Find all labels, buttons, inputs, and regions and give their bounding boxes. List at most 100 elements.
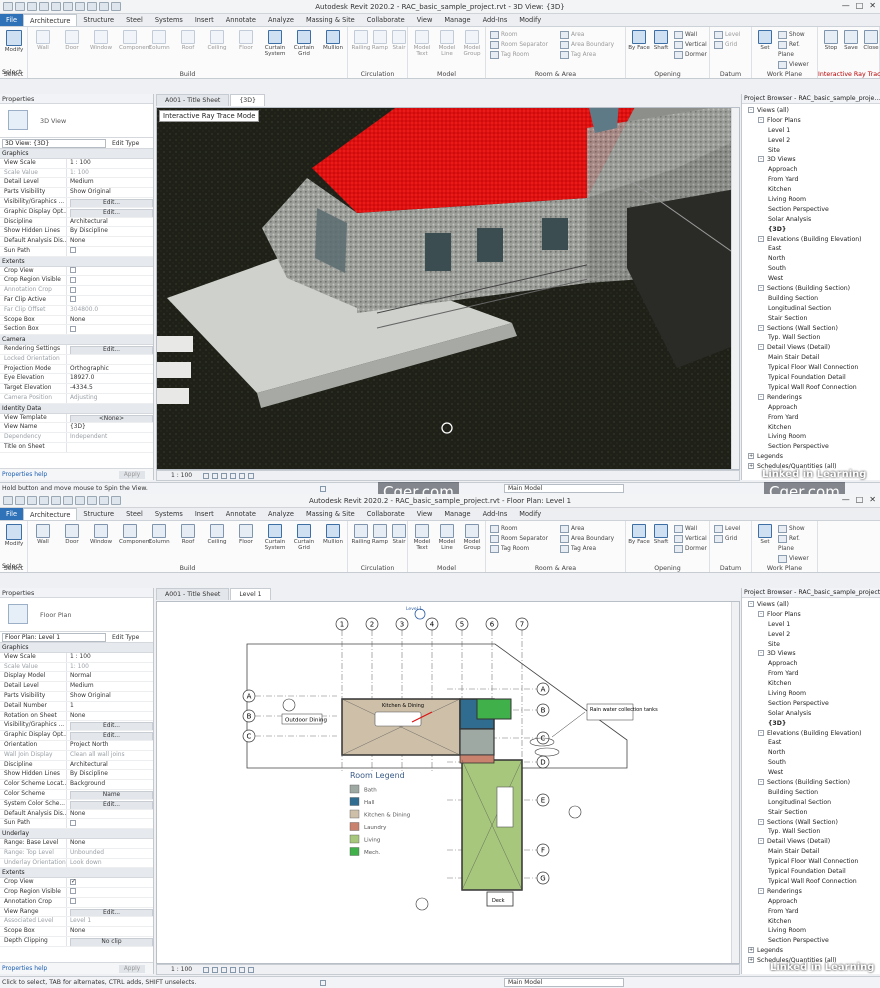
maximize-icon[interactable]: □ <box>856 1 864 10</box>
browser-item-renderings[interactable]: - Renderings <box>742 393 880 403</box>
curtain-grid-button[interactable]: Curtain Grid <box>293 524 315 551</box>
grid-bubble-right-D[interactable]: D <box>536 755 550 769</box>
mullion-button[interactable]: Mullion <box>322 524 344 545</box>
property-value[interactable]: 1 : 100 <box>66 652 153 662</box>
browser-item-approach[interactable]: Approach <box>742 165 880 175</box>
property-value[interactable]: Independent <box>66 433 153 442</box>
property-value[interactable]: Edit... <box>66 197 153 207</box>
wall-button[interactable]: Wall <box>674 524 707 534</box>
shadows-icon[interactable] <box>230 967 236 973</box>
hide-icon[interactable] <box>248 967 254 973</box>
model-text-button[interactable]: Model Text <box>411 524 433 551</box>
browser-item-typ-wall-section[interactable]: Typ. Wall Section <box>742 827 880 837</box>
browser-item-kitchen[interactable]: Kitchen <box>742 917 880 927</box>
property-value[interactable]: Unbounded <box>66 848 153 858</box>
save-icon[interactable] <box>15 496 25 505</box>
expand-toggle-icon[interactable]: - <box>758 344 764 351</box>
browser-item-level-1[interactable]: Level 1 <box>742 126 880 136</box>
tab-systems[interactable]: Systems <box>149 14 189 26</box>
ceiling-button[interactable]: Ceiling <box>206 524 228 545</box>
property-value[interactable]: Architectural <box>66 217 153 227</box>
tab-add-ins[interactable]: Add-Ins <box>477 508 514 520</box>
browser-item-legends[interactable]: + Legends <box>742 452 880 462</box>
save-button[interactable]: Save <box>840 30 862 51</box>
edit-button[interactable]: Edit... <box>70 732 153 740</box>
wall-button[interactable]: Wall <box>32 30 54 51</box>
window-button[interactable]: Window <box>90 30 112 51</box>
browser-item-typical-foundation-detail[interactable]: Typical Foundation Detail <box>742 867 880 877</box>
set-button[interactable]: Set <box>754 30 776 51</box>
tab-systems[interactable]: Systems <box>149 508 189 520</box>
crop-icon[interactable] <box>239 967 245 973</box>
ceiling-button[interactable]: Ceiling <box>206 30 228 51</box>
browser-item-typical-wall-roof-connection[interactable]: Typical Wall Roof Connection <box>742 383 880 393</box>
level-button[interactable]: Level <box>714 524 740 534</box>
checkbox[interactable] <box>70 819 76 826</box>
area-button[interactable]: Area <box>560 30 614 40</box>
viewport-scrollbar[interactable] <box>731 602 739 963</box>
browser-item-typ-wall-section[interactable]: Typ. Wall Section <box>742 333 880 343</box>
browser-item-3d-views[interactable]: -3D Views <box>742 649 880 659</box>
expand-toggle-icon[interactable]: + <box>748 463 754 470</box>
model-group-button[interactable]: Model Group <box>461 30 483 57</box>
expand-toggle-icon[interactable]: - <box>748 107 754 113</box>
property-value[interactable] <box>66 819 153 829</box>
close-icon[interactable]: ✕ <box>869 495 876 504</box>
close-button[interactable]: Close <box>860 30 880 51</box>
browser-item-living-room[interactable]: Living Room <box>742 689 880 699</box>
browser-item-3d[interactable]: {3D} <box>742 225 880 235</box>
property-value[interactable]: Edit... <box>66 207 153 217</box>
property-value[interactable] <box>66 878 153 887</box>
browser-item-sections-building-section[interactable]: - Sections (Building Section) <box>742 778 880 788</box>
browser-item-level-2[interactable]: Level 2 <box>742 136 880 146</box>
checkbox[interactable] <box>70 888 76 895</box>
viewport-scrollbar[interactable] <box>731 108 739 469</box>
expand-toggle-icon[interactable]: - <box>758 887 764 894</box>
undo-icon[interactable] <box>27 2 37 11</box>
worksets-icon[interactable] <box>320 980 326 986</box>
property-value[interactable] <box>66 897 153 907</box>
property-value[interactable] <box>66 286 153 295</box>
properties-help-link[interactable]: Properties help <box>0 471 47 478</box>
browser-item-south[interactable]: South <box>742 758 880 768</box>
door-button[interactable]: Door <box>61 524 83 545</box>
component-button[interactable]: Component <box>119 524 151 545</box>
property-value[interactable]: None <box>66 711 153 721</box>
property-value[interactable]: 304800.0 <box>66 305 153 315</box>
expand-toggle-icon[interactable]: - <box>758 610 764 617</box>
model-text-button[interactable]: Model Text <box>411 30 433 57</box>
grid-bubble-3[interactable]: 3 <box>395 617 409 631</box>
browser-item-section-perspective[interactable]: Section Perspective <box>742 442 880 452</box>
type-selector[interactable]: Floor Plan <box>0 598 153 632</box>
browser-item-building-section[interactable]: Building Section <box>742 294 880 304</box>
column-button[interactable]: Column <box>148 30 170 51</box>
grid-bubble-left-A[interactable]: A <box>242 689 256 703</box>
tab-steel[interactable]: Steel <box>120 508 149 520</box>
3d-view-icon[interactable] <box>87 496 97 505</box>
browser-item-renderings[interactable]: - Renderings <box>742 887 880 897</box>
save-icon[interactable] <box>15 2 25 11</box>
browser-item-east[interactable]: East <box>742 738 880 748</box>
browser-item-floor-plans[interactable]: - Floor Plans <box>742 116 880 126</box>
grid-bubble-right-B[interactable]: B <box>536 703 550 717</box>
property-value[interactable]: Medium <box>66 682 153 691</box>
detail-level-icon[interactable] <box>203 967 209 973</box>
tab-collaborate[interactable]: Collaborate <box>361 508 411 520</box>
none-button[interactable]: <None> <box>70 414 153 423</box>
detail-level-icon[interactable] <box>203 473 209 479</box>
browser-item-kitchen[interactable]: Kitchen <box>742 423 880 433</box>
property-value[interactable]: Architectural <box>66 760 153 770</box>
grid-bubble-right-G[interactable]: G <box>536 871 550 885</box>
tab-insert[interactable]: Insert <box>189 14 220 26</box>
browser-item-living-room[interactable]: Living Room <box>742 195 880 205</box>
browser-item-solar-analysis[interactable]: Solar Analysis <box>742 215 880 225</box>
stair-button[interactable]: Stair <box>388 30 410 51</box>
property-value[interactable]: Normal <box>66 672 153 682</box>
browser-item-living-room[interactable]: Living Room <box>742 432 880 442</box>
wall-button[interactable]: Wall <box>32 524 54 545</box>
property-value[interactable]: None <box>66 927 153 936</box>
browser-item-3d[interactable]: {3D} <box>742 719 880 729</box>
property-value[interactable] <box>66 266 153 276</box>
tab-collaborate[interactable]: Collaborate <box>361 14 411 26</box>
area-boundary-button[interactable]: Area Boundary <box>560 534 614 544</box>
